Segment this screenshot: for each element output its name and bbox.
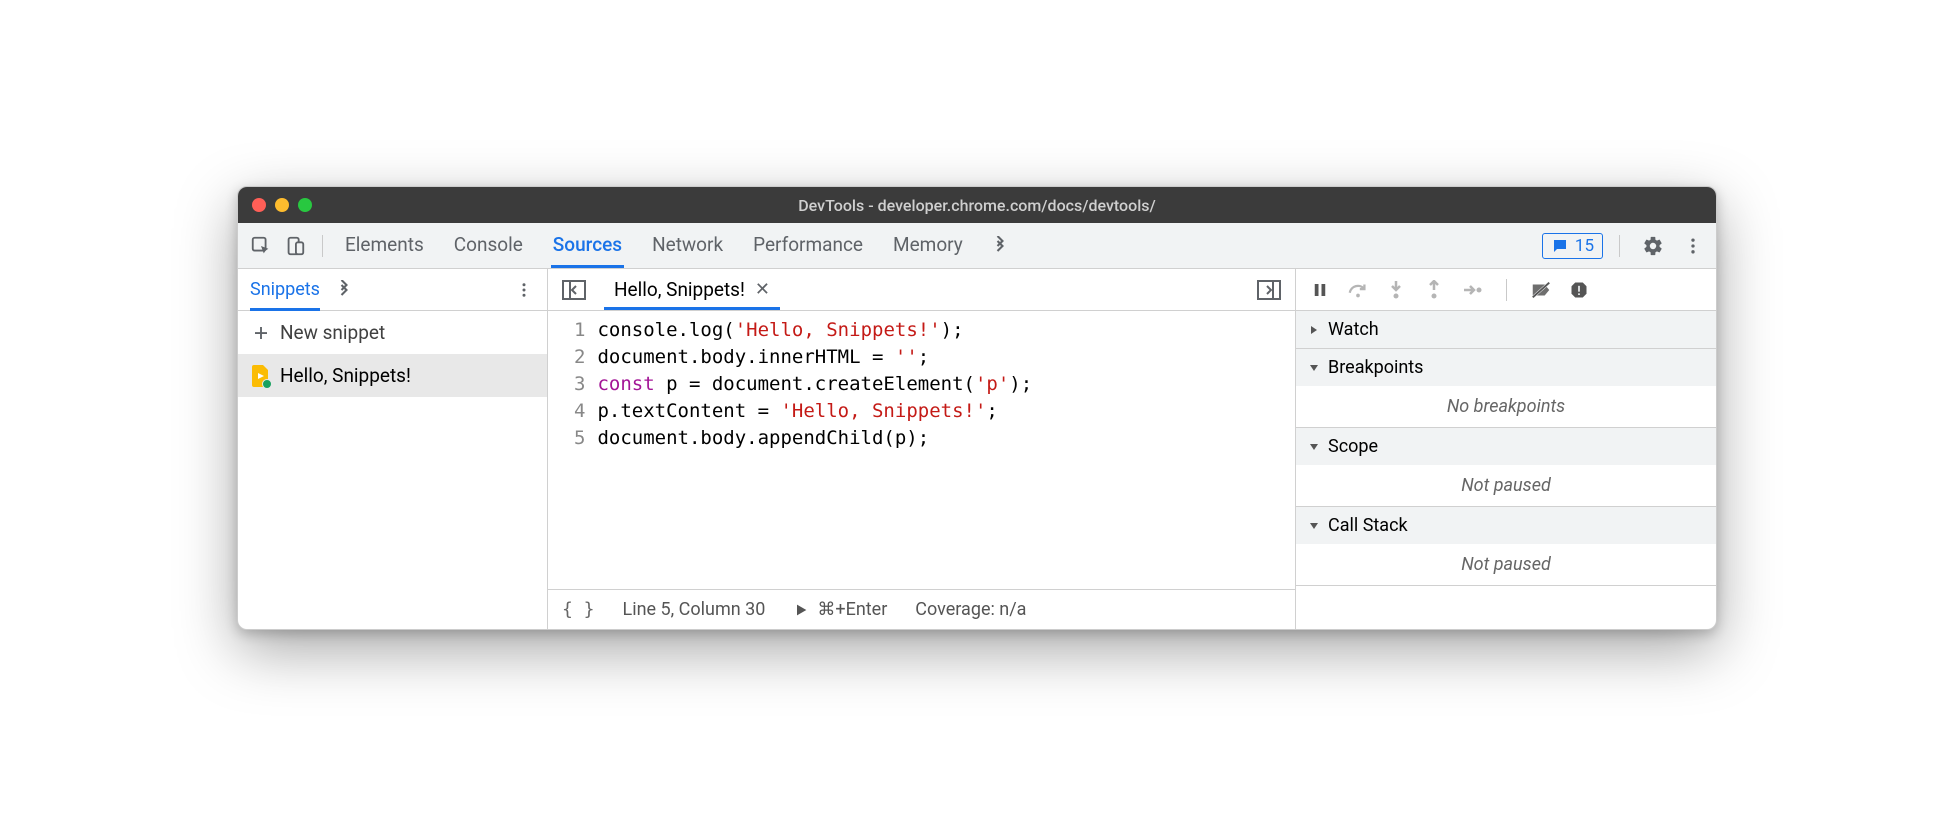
pause-on-exceptions-icon[interactable] bbox=[1565, 276, 1593, 304]
window-title: DevTools - developer.chrome.com/docs/dev… bbox=[238, 196, 1716, 215]
editor-statusbar: { } Line 5, Column 30 ⌘+Enter Coverage: … bbox=[548, 589, 1295, 629]
panel-tab-sources[interactable]: Sources bbox=[551, 223, 624, 268]
panel-tab-console[interactable]: Console bbox=[452, 223, 525, 268]
scope-empty: Not paused bbox=[1296, 465, 1716, 506]
panel-tab-memory[interactable]: Memory bbox=[891, 223, 965, 268]
run-hint: ⌘+Enter bbox=[817, 599, 887, 620]
editor-file-name: Hello, Snippets! bbox=[614, 278, 745, 301]
panel-tab-performance[interactable]: Performance bbox=[751, 223, 865, 268]
top-toolbar: Elements Console Sources Network Performance… bbox=[238, 223, 1716, 269]
step-icon[interactable] bbox=[1458, 276, 1486, 304]
divider bbox=[1506, 279, 1507, 301]
window-minimize-button[interactable] bbox=[275, 198, 289, 212]
run-snippet-button[interactable]: ⌘+Enter bbox=[793, 599, 887, 620]
window-maximize-button[interactable] bbox=[298, 198, 312, 212]
more-tabs-icon[interactable] bbox=[983, 229, 1017, 263]
window-close-button[interactable] bbox=[252, 198, 266, 212]
main-area: Snippets New snippet Hello, Snippets! bbox=[238, 269, 1716, 629]
pretty-print-icon[interactable]: { } bbox=[562, 599, 595, 620]
step-out-icon[interactable] bbox=[1420, 276, 1448, 304]
new-snippet-label: New snippet bbox=[280, 321, 385, 344]
more-panes-icon[interactable] bbox=[334, 280, 354, 300]
debugger-toolbar bbox=[1296, 269, 1716, 311]
kebab-menu-icon[interactable] bbox=[1676, 229, 1710, 263]
cursor-position: Line 5, Column 30 bbox=[623, 599, 766, 620]
watch-label: Watch bbox=[1328, 319, 1379, 340]
line-gutter: 12345 bbox=[548, 317, 597, 589]
breakpoints-label: Breakpoints bbox=[1328, 357, 1423, 378]
breakpoints-header[interactable]: Breakpoints bbox=[1296, 349, 1716, 386]
breakpoints-section: Breakpoints No breakpoints bbox=[1296, 349, 1716, 428]
divider bbox=[1619, 235, 1620, 257]
devtools-window: DevTools - developer.chrome.com/docs/dev… bbox=[237, 186, 1717, 630]
snippet-item[interactable]: Hello, Snippets! bbox=[238, 354, 547, 397]
callstack-header[interactable]: Call Stack bbox=[1296, 507, 1716, 544]
snippet-file-icon bbox=[252, 365, 270, 387]
snippet-list: Hello, Snippets! bbox=[238, 354, 547, 397]
new-snippet-button[interactable]: New snippet bbox=[238, 311, 547, 354]
close-tab-icon[interactable]: ✕ bbox=[755, 279, 770, 300]
watch-header[interactable]: Watch bbox=[1296, 311, 1716, 348]
editor-tabbar: Hello, Snippets! ✕ bbox=[548, 269, 1295, 311]
issues-badge[interactable]: 15 bbox=[1542, 233, 1603, 259]
pause-icon[interactable] bbox=[1306, 276, 1334, 304]
deactivate-breakpoints-icon[interactable] bbox=[1527, 276, 1555, 304]
titlebar: DevTools - developer.chrome.com/docs/dev… bbox=[238, 187, 1716, 223]
step-over-icon[interactable] bbox=[1344, 276, 1372, 304]
sidebar-header: Snippets bbox=[238, 269, 547, 311]
issues-count: 15 bbox=[1575, 236, 1594, 256]
scope-section: Scope Not paused bbox=[1296, 428, 1716, 507]
divider bbox=[322, 235, 323, 257]
debugger-toggle-icon[interactable] bbox=[1251, 276, 1287, 304]
coverage-status: Coverage: n/a bbox=[915, 599, 1026, 620]
scope-label: Scope bbox=[1328, 436, 1378, 457]
callstack-section: Call Stack Not paused bbox=[1296, 507, 1716, 586]
breakpoints-empty: No breakpoints bbox=[1296, 386, 1716, 427]
navigator-sidebar: Snippets New snippet Hello, Snippets! bbox=[238, 269, 548, 629]
window-controls bbox=[252, 198, 312, 212]
toolbar-right: 15 bbox=[1542, 229, 1710, 263]
panel-tab-network[interactable]: Network bbox=[650, 223, 725, 268]
code-editor[interactable]: 12345 console.log('Hello, Snippets!');do… bbox=[548, 311, 1295, 589]
scope-header[interactable]: Scope bbox=[1296, 428, 1716, 465]
settings-icon[interactable] bbox=[1636, 229, 1670, 263]
callstack-label: Call Stack bbox=[1328, 515, 1408, 536]
step-into-icon[interactable] bbox=[1382, 276, 1410, 304]
sidebar-kebab-icon[interactable] bbox=[505, 275, 543, 305]
debugger-panel: Watch Breakpoints No breakpoints Scope N… bbox=[1296, 269, 1716, 629]
navigator-toggle-icon[interactable] bbox=[556, 276, 592, 304]
editor-area: Hello, Snippets! ✕ 12345 console.log('He… bbox=[548, 269, 1296, 629]
sidebar-pane-tab[interactable]: Snippets bbox=[250, 269, 320, 311]
code-body[interactable]: console.log('Hello, Snippets!');document… bbox=[597, 317, 1044, 589]
panel-tab-elements[interactable]: Elements bbox=[343, 223, 426, 268]
snippet-name: Hello, Snippets! bbox=[280, 364, 411, 387]
editor-file-tab[interactable]: Hello, Snippets! ✕ bbox=[604, 270, 780, 310]
watch-section: Watch bbox=[1296, 311, 1716, 349]
panel-tabs: Elements Console Sources Network Performance… bbox=[343, 223, 965, 268]
callstack-empty: Not paused bbox=[1296, 544, 1716, 585]
inspect-element-icon[interactable] bbox=[244, 229, 278, 263]
device-toggle-icon[interactable] bbox=[278, 229, 312, 263]
